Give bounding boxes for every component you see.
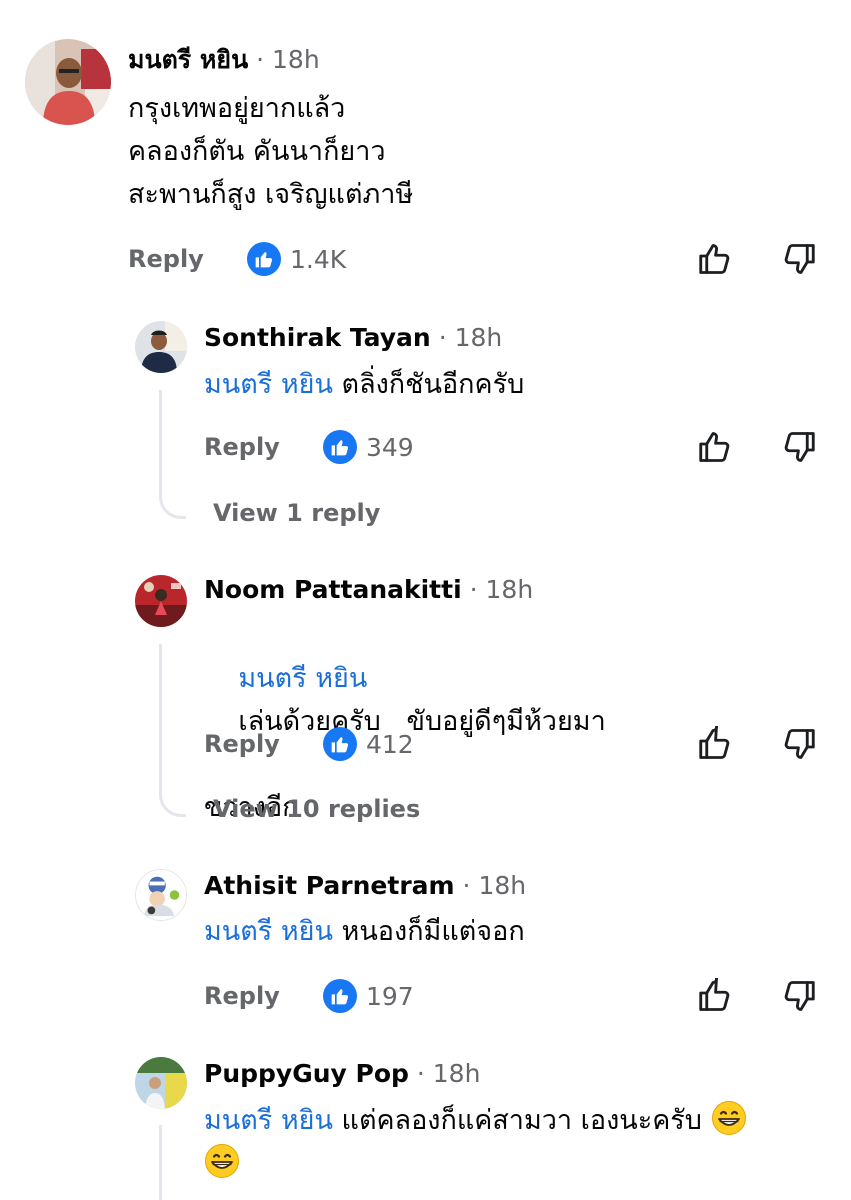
reply-author[interactable]: PuppyGuy Pop <box>204 1059 409 1088</box>
comment-line: สะพานก็สูง เจริญแต่ภาษี <box>128 179 414 210</box>
like-count[interactable]: 1.4K <box>290 245 346 275</box>
avatar[interactable] <box>25 39 111 125</box>
thumbs-down-icon[interactable] <box>781 429 817 465</box>
avatar[interactable] <box>135 1057 187 1109</box>
reply-message: แต่คลองก็แค่สามวา เองนะครับ <box>341 1105 702 1136</box>
thread-connector <box>159 644 186 817</box>
mention-link[interactable]: มนตรี หยิน <box>204 1105 333 1136</box>
view-replies-link[interactable]: View 1 reply <box>213 498 380 528</box>
reply-message: ตลิ่งก็ชันอีกครับ <box>341 369 525 400</box>
thumbs-up-icon[interactable] <box>697 726 733 762</box>
reply-time[interactable]: 18h <box>478 871 526 900</box>
separator-dot: · <box>416 1059 425 1088</box>
reply-button[interactable]: Reply <box>204 432 280 462</box>
comment-text: กรุงเทพอยู่ยากแล้ว คลองก็ตัน คันนาก็ยาว … <box>128 87 413 216</box>
thread-connector <box>159 1125 162 1200</box>
comment-time[interactable]: 18h <box>272 45 320 74</box>
reply-time[interactable]: 18h <box>433 1059 481 1088</box>
grinning-face-emoji-icon <box>711 1100 747 1136</box>
thumbs-up-icon[interactable] <box>697 429 733 465</box>
avatar[interactable] <box>135 321 187 373</box>
separator-dot: · <box>462 871 471 900</box>
reply-time[interactable]: 18h <box>486 575 534 604</box>
separator-dot: · <box>469 575 478 604</box>
reply-button[interactable]: Reply <box>204 729 280 759</box>
thumbs-up-icon[interactable] <box>697 241 733 277</box>
reply-author[interactable]: Sonthirak Tayan <box>204 323 431 352</box>
thumbs-down-icon[interactable] <box>781 241 817 277</box>
thumbs-down-icon[interactable] <box>781 978 817 1014</box>
mention-link[interactable]: มนตรี หยิน <box>204 369 333 400</box>
separator-dot: · <box>256 45 265 74</box>
view-replies-link[interactable]: View 10 replies <box>213 794 420 824</box>
reply-author[interactable]: Noom Pattanakitti <box>204 575 462 604</box>
avatar[interactable] <box>135 575 187 627</box>
reply-text: มนตรี หยิน หนองก็มีแต่จอก <box>204 910 525 953</box>
like-badge-icon <box>247 242 281 276</box>
avatar[interactable] <box>135 869 187 921</box>
thumbs-down-icon[interactable] <box>781 726 817 762</box>
mention-link[interactable]: มนตรี หยิน <box>204 916 333 947</box>
reply-text: มนตรี หยิน แต่คลองก็แค่สามวา เองนะครับ <box>204 1099 747 1185</box>
reply-message: หนองก็มีแต่จอก <box>341 916 525 947</box>
comment-line: กรุงเทพอยู่ยากแล้ว <box>128 93 346 124</box>
reply-button[interactable]: Reply <box>204 981 280 1011</box>
grinning-face-emoji-icon <box>204 1143 240 1179</box>
like-badge-icon <box>323 727 357 761</box>
thread-connector <box>159 390 186 519</box>
comment-author[interactable]: มนตรี หยิน <box>128 45 248 74</box>
like-count[interactable]: 412 <box>366 730 414 760</box>
reply-time[interactable]: 18h <box>455 323 503 352</box>
like-count[interactable]: 349 <box>366 433 414 463</box>
separator-dot: · <box>438 323 447 352</box>
reply-button[interactable]: Reply <box>128 244 204 274</box>
like-badge-icon <box>323 430 357 464</box>
comment-line: คลองก็ตัน คันนาก็ยาว <box>128 136 386 167</box>
like-count[interactable]: 197 <box>366 982 414 1012</box>
mention-link[interactable]: มนตรี หยิน <box>238 663 367 694</box>
thumbs-up-icon[interactable] <box>697 978 733 1014</box>
like-badge-icon <box>323 979 357 1013</box>
reply-message: เล่นด้วยครับ ขับอยู่ดีๆมีห้วยมา <box>238 706 606 737</box>
reply-text: มนตรี หยิน ตลิ่งก็ชันอีกครับ <box>204 363 524 406</box>
reply-author[interactable]: Athisit Parnetram <box>204 871 455 900</box>
